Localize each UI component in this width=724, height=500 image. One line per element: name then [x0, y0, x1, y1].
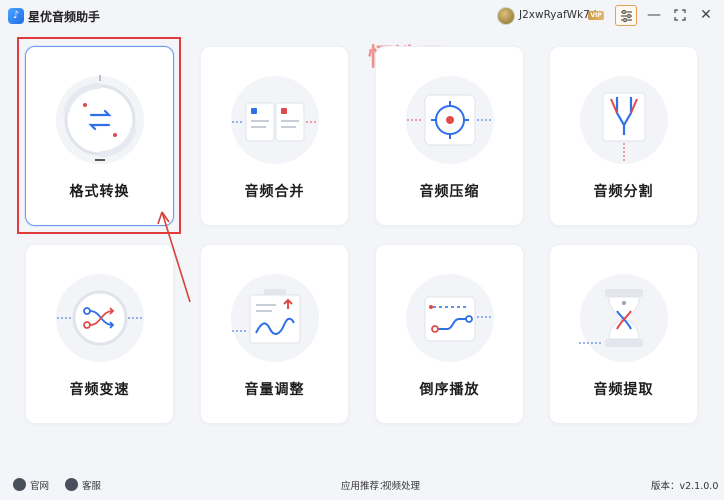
audio-merge-icon — [228, 73, 322, 167]
feature-card-reverse-play[interactable]: 倒序播放 — [375, 244, 524, 424]
feature-label: 倒序播放 — [419, 382, 480, 398]
website-link[interactable]: 官网 — [30, 478, 49, 492]
feature-label: 音频提取 — [593, 382, 654, 398]
reverse-play-icon — [403, 271, 497, 365]
audio-split-icon — [577, 73, 671, 167]
feature-label: 音频压缩 — [419, 184, 480, 200]
music-note-icon: ♪ — [8, 8, 24, 24]
sliders-icon — [621, 10, 632, 22]
minimize-button[interactable]: — — [645, 6, 663, 24]
avatar[interactable] — [497, 7, 515, 25]
feature-card-audio-extract[interactable]: 音频提取 — [549, 244, 698, 424]
vip-badge: VIP — [588, 11, 604, 20]
feature-label: 音量调整 — [244, 382, 305, 398]
user-name[interactable]: J2xwRyafWk7d — [519, 9, 596, 21]
home-icon[interactable] — [13, 478, 26, 491]
feature-label: 音频分割 — [593, 184, 654, 200]
audio-compress-icon — [403, 73, 497, 167]
pointer-arrow — [157, 211, 191, 303]
feature-label: 格式转换 — [69, 184, 130, 200]
format-convert-icon — [53, 73, 147, 167]
close-button[interactable]: ✕ — [697, 6, 715, 24]
feature-label: 音频合并 — [244, 184, 305, 200]
feature-card-volume-adjust[interactable]: 音量调整 — [200, 244, 349, 424]
version-text: 版本：v2.1.0.0 — [651, 481, 719, 492]
title-bar: ♪ 星优音频助手 J2xwRyafWk7d VIP — ✕ — [0, 0, 724, 32]
support-link[interactable]: 客服 — [82, 478, 101, 492]
maximize-button[interactable] — [671, 6, 689, 24]
feature-card-audio-compress[interactable]: 音频压缩 — [375, 46, 524, 226]
chat-icon[interactable] — [65, 478, 78, 491]
maximize-icon — [674, 9, 686, 21]
audio-extract-icon — [577, 271, 671, 365]
feature-label: 音频变速 — [69, 382, 130, 398]
feature-card-audio-split[interactable]: 音频分割 — [549, 46, 698, 226]
recommend-app-link[interactable]: 视频处理 — [382, 478, 420, 492]
audio-speed-icon — [53, 271, 147, 365]
app-title: 星优音频助手 — [28, 10, 101, 24]
feature-card-format-convert[interactable]: 格式转换 — [25, 46, 174, 226]
feature-card-audio-merge[interactable]: 音频合并 — [200, 46, 349, 226]
volume-adjust-icon — [228, 271, 322, 365]
settings-button[interactable] — [615, 5, 637, 26]
